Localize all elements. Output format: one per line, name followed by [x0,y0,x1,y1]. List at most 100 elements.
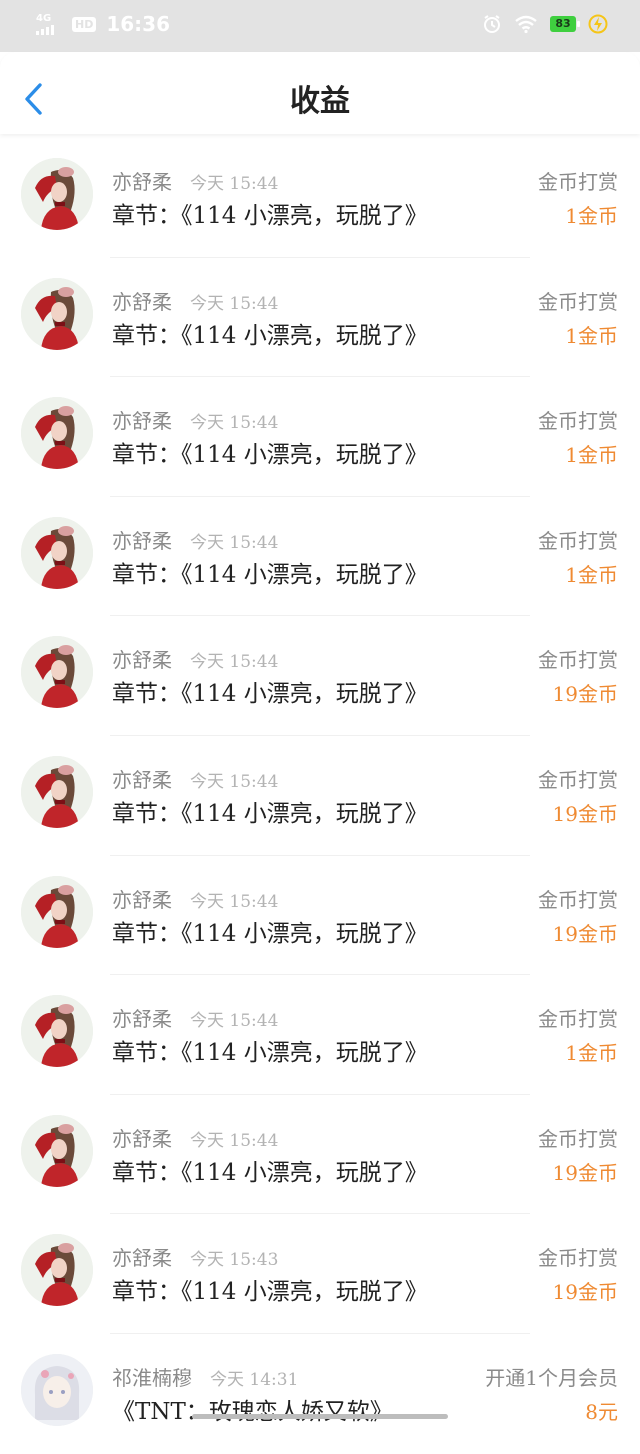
earning-row[interactable]: 亦舒柔 今天 15:43 章节：《114 小漂亮，玩脱了》 金币打赏 19金币 [0,1214,640,1334]
earning-row[interactable]: 亦舒柔 今天 15:44 章节：《114 小漂亮，玩脱了》 金币打赏 19金币 [0,856,640,976]
battery-level: 83 [555,17,571,30]
wifi-icon [515,15,537,34]
network-type: 4G [36,13,52,24]
avatar[interactable] [21,636,93,709]
earning-type: 金币打赏 [538,289,618,314]
earning-type: 开通1个月会员 [485,1365,618,1390]
alarm-icon [484,15,500,33]
user-name-text: 亦舒柔 [112,887,172,912]
earning-type: 金币打赏 [538,1126,618,1151]
user-name-text: 亦舒柔 [112,767,172,792]
avatar[interactable] [21,516,93,589]
chapter-title: 章节：《114 小漂亮，玩脱了》 [112,1159,428,1186]
user-name: 亦舒柔 今天 15:44 [112,1123,278,1152]
earning-amount: 1金币 [565,1041,618,1066]
user-name: 亦舒柔 今天 15:44 [112,286,278,315]
status-time: 16:36 [106,12,171,36]
user-name: 亦舒柔 今天 15:43 [112,1242,278,1271]
signal-icon: 4G [36,13,62,35]
earning-type: 金币打赏 [538,767,618,792]
chapter-title: 《TNT：玫瑰恋人娇又软》 [112,1398,393,1425]
earning-row[interactable]: 亦舒柔 今天 15:44 章节：《114 小漂亮，玩脱了》 金币打赏 19金币 [0,736,640,856]
page-title: 收益 [290,84,350,119]
chapter-title: 章节：《114 小漂亮，玩脱了》 [112,203,428,229]
record-time: 今天 15:44 [190,652,279,673]
user-name: 亦舒柔 今天 15:44 [112,1003,278,1032]
user-name-text: 亦舒柔 [112,1246,172,1271]
earning-amount: 19金币 [552,801,618,826]
earnings-list: 亦舒柔 今天 15:44 章节：《114 小漂亮，玩脱了》 金币打赏 1金币 亦舒… [0,138,640,1454]
earning-amount: 8元 [585,1399,618,1424]
earning-amount: 19金币 [552,1280,618,1305]
user-name-text: 亦舒柔 [112,409,172,434]
record-time: 今天 15:43 [190,1250,279,1271]
chapter-title: 章节：《114 小漂亮，玩脱了》 [112,920,428,947]
chapter-title: 章节：《114 小漂亮，玩脱了》 [112,1040,428,1067]
earning-row[interactable]: 祁淮楠穆 今天 14:31 《TNT：玫瑰恋人娇又软》 开通1个月会员 8元 [0,1334,640,1454]
user-name: 亦舒柔 今天 15:44 [112,405,278,434]
user-name-text: 亦舒柔 [112,1007,172,1032]
earning-type: 金币打赏 [538,170,618,194]
chapter-title: 章节：《114 小漂亮，玩脱了》 [112,681,428,708]
earning-type: 金币打赏 [538,528,618,553]
battery-icon: 83 [550,16,580,32]
status-bar: 4G HD 16:36 83 [0,0,640,52]
avatar[interactable] [21,755,93,828]
home-indicator [192,1414,448,1419]
earning-amount: 1金币 [565,204,618,228]
chapter-title: 章节：《114 小漂亮，玩脱了》 [112,1279,428,1306]
earning-type: 金币打赏 [538,409,618,434]
earning-amount: 1金币 [565,443,618,468]
earning-amount: 19金币 [552,682,618,707]
earning-type: 金币打赏 [538,887,618,912]
user-name: 亦舒柔 今天 15:44 [112,166,278,195]
record-time: 今天 15:44 [190,174,279,194]
user-name: 祁淮楠穆 今天 14:31 [112,1362,298,1391]
record-time: 今天 15:44 [190,532,279,553]
chapter-title: 章节：《114 小漂亮，玩脱了》 [112,322,428,349]
user-name-text: 祁淮楠穆 [112,1365,192,1390]
user-name-text: 亦舒柔 [112,1126,172,1151]
earning-row[interactable]: 亦舒柔 今天 15:44 章节：《114 小漂亮，玩脱了》 金币打赏 19金币 [0,1095,640,1215]
earning-type: 金币打赏 [538,1246,618,1271]
user-name-text: 亦舒柔 [112,289,172,314]
charging-icon [588,14,608,34]
record-time: 今天 15:44 [190,891,279,912]
earning-amount: 1金币 [565,323,618,348]
chapter-title: 章节：《114 小漂亮，玩脱了》 [112,561,428,588]
earning-row[interactable]: 亦舒柔 今天 15:44 章节：《114 小漂亮，玩脱了》 金币打赏 19金币 [0,616,640,736]
earning-amount: 1金币 [565,562,618,587]
avatar[interactable] [21,397,93,470]
record-time: 今天 15:44 [190,413,279,434]
earning-amount: 19金币 [552,1160,618,1185]
earning-row[interactable]: 亦舒柔 今天 15:44 章节：《114 小漂亮，玩脱了》 金币打赏 1金币 [0,377,640,497]
chapter-title: 章节：《114 小漂亮，玩脱了》 [112,800,428,827]
chapter-title: 章节：《114 小漂亮，玩脱了》 [112,442,428,469]
avatar[interactable] [21,1114,93,1187]
user-name-text: 亦舒柔 [112,528,172,553]
user-name: 亦舒柔 今天 15:44 [112,644,278,673]
avatar[interactable] [21,995,93,1068]
record-time: 今天 15:44 [190,293,279,314]
earning-type: 金币打赏 [538,1007,618,1032]
user-name-text: 亦舒柔 [112,170,172,194]
avatar[interactable] [21,1234,93,1307]
nav-bar: 收益 [0,52,640,134]
avatar[interactable] [21,158,93,230]
user-name: 亦舒柔 今天 15:44 [112,884,278,913]
record-time: 今天 14:31 [210,1369,299,1390]
earning-type: 金币打赏 [538,648,618,673]
avatar[interactable] [21,277,93,350]
earning-row[interactable]: 亦舒柔 今天 15:44 章节：《114 小漂亮，玩脱了》 金币打赏 1金币 [0,497,640,617]
avatar[interactable] [21,1353,93,1426]
earning-amount: 19金币 [552,921,618,946]
record-time: 今天 15:44 [190,1011,279,1032]
user-name: 亦舒柔 今天 15:44 [112,764,278,793]
record-time: 今天 15:44 [190,1130,279,1151]
earning-row[interactable]: 亦舒柔 今天 15:44 章节：《114 小漂亮，玩脱了》 金币打赏 1金币 [0,138,640,258]
earning-row[interactable]: 亦舒柔 今天 15:44 章节：《114 小漂亮，玩脱了》 金币打赏 1金币 [0,258,640,378]
hd-badge: HD [72,16,97,32]
avatar[interactable] [21,875,93,948]
earning-row[interactable]: 亦舒柔 今天 15:44 章节：《114 小漂亮，玩脱了》 金币打赏 1金币 [0,975,640,1095]
user-name: 亦舒柔 今天 15:44 [112,525,278,554]
